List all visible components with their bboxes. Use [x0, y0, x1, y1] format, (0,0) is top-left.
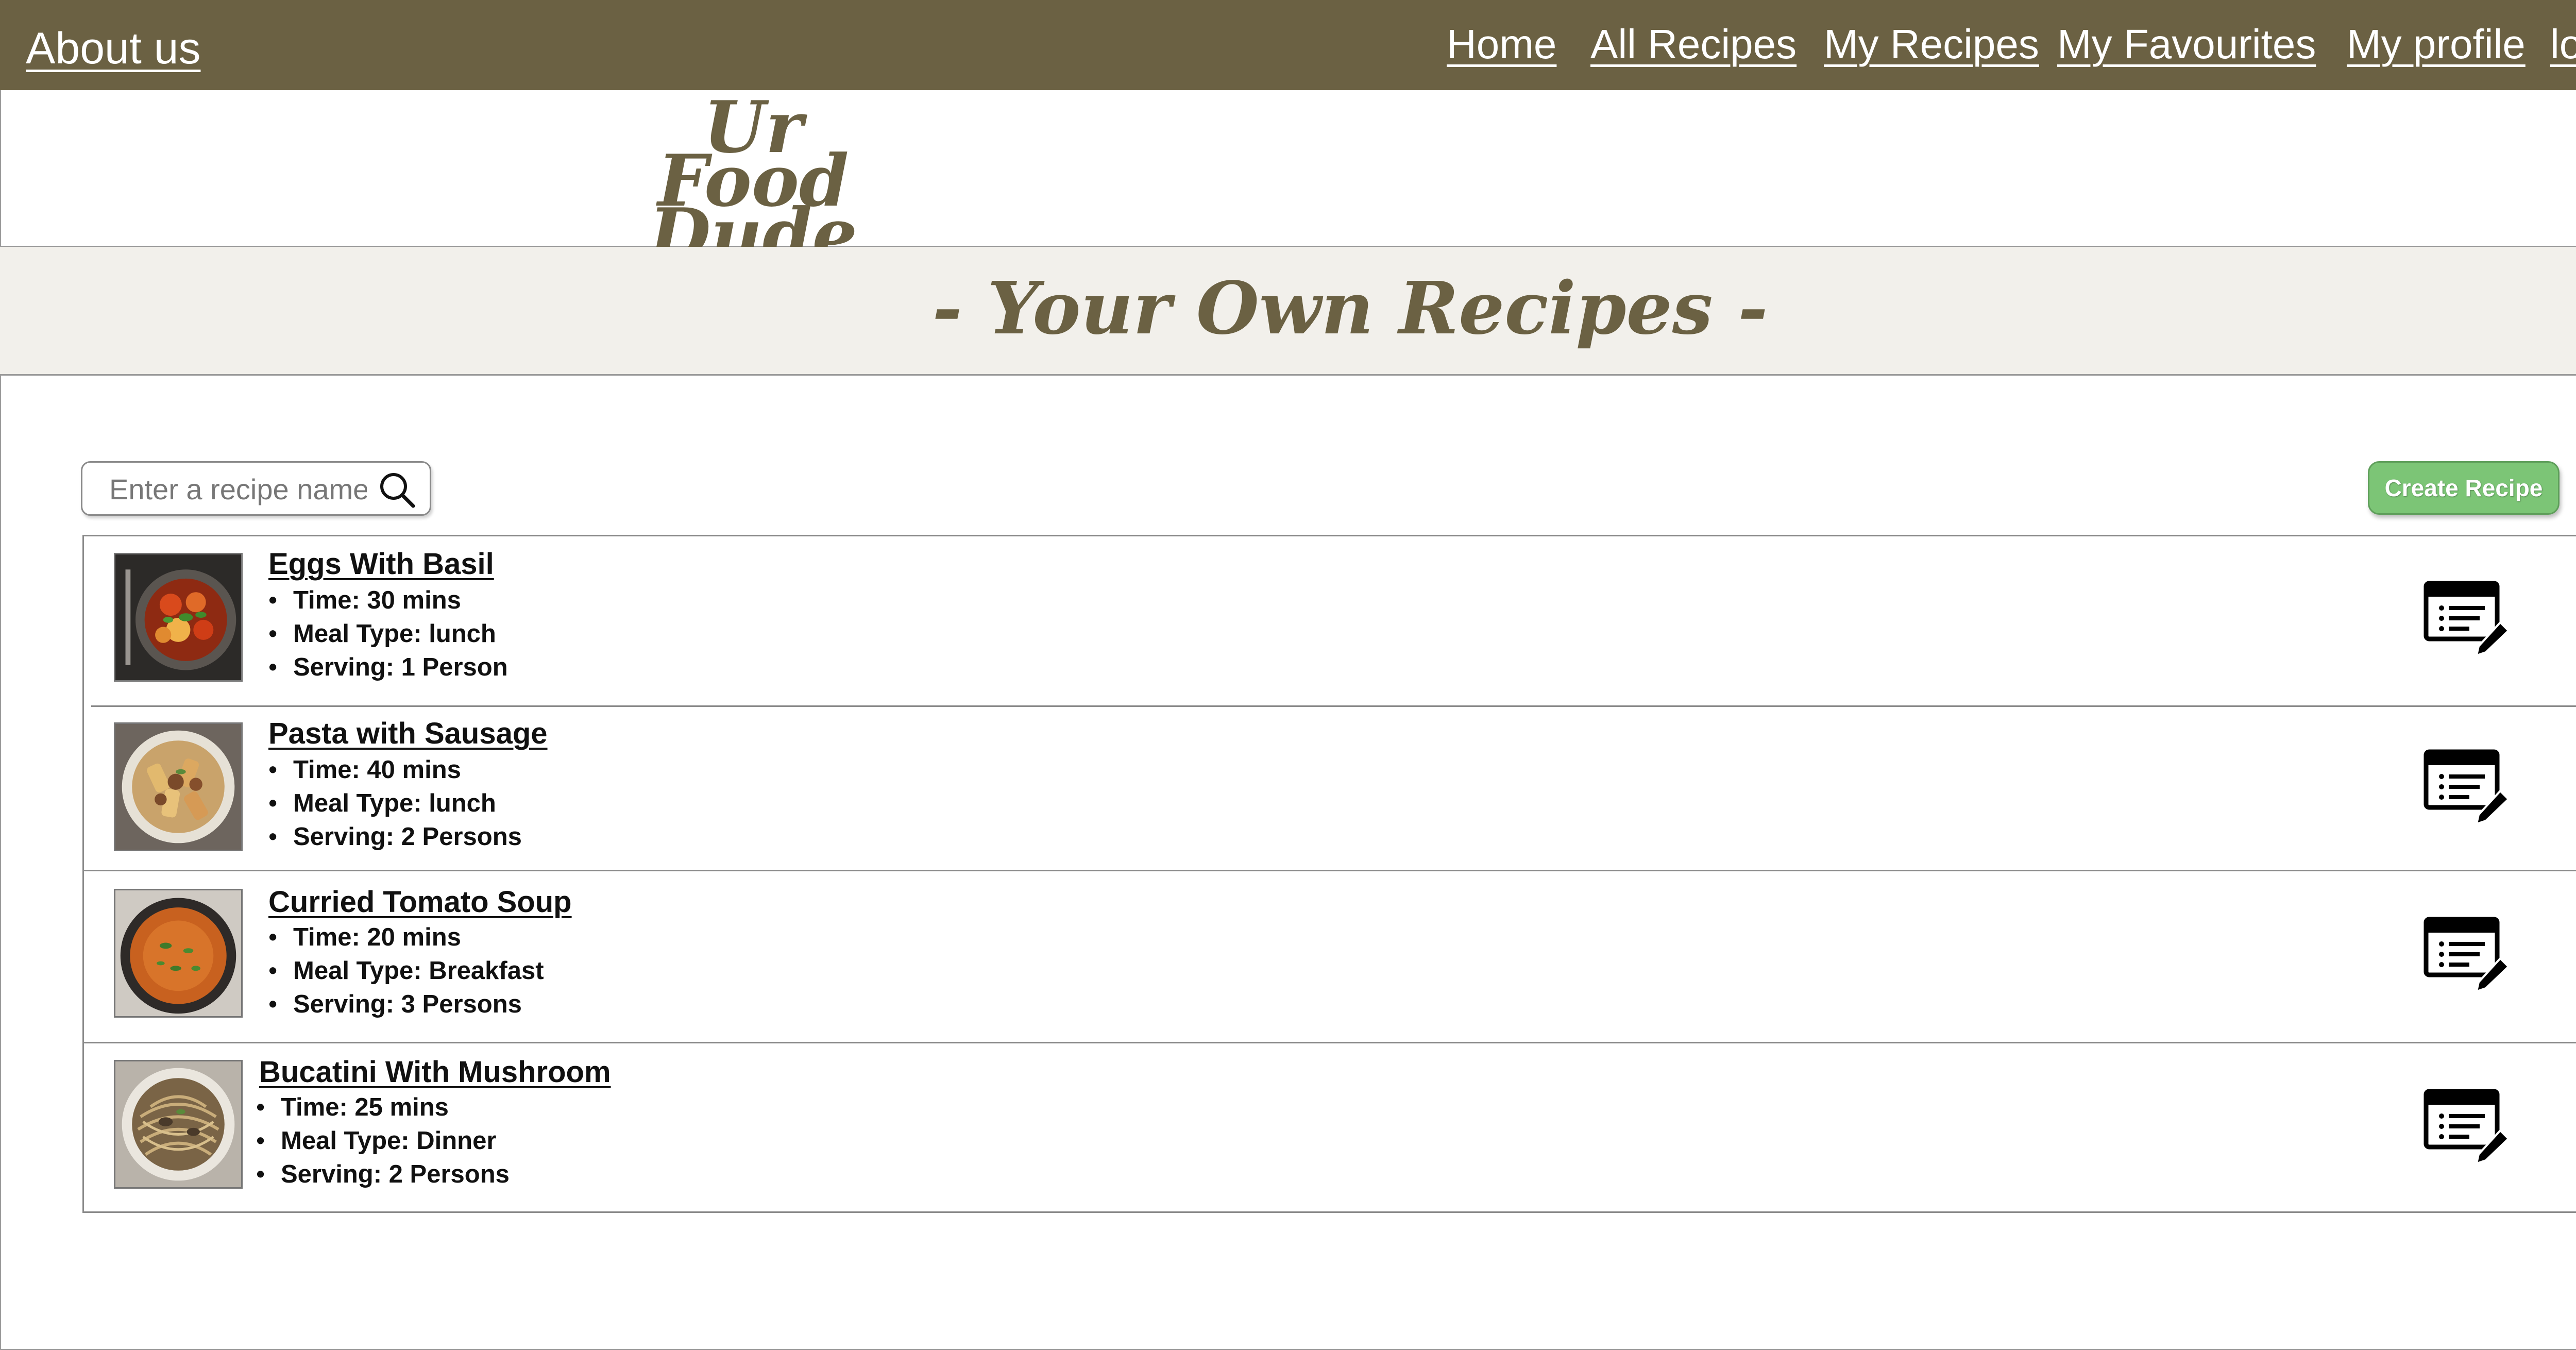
edit-recipe-icon[interactable] [2423, 749, 2511, 826]
recipe-title-link[interactable]: Pasta with Sausage [268, 716, 548, 751]
recipe-details: Time: 25 mins Meal Type: Dinner Serving:… [256, 1091, 510, 1191]
recipe-details: Time: 40 mins Meal Type: lunch Serving: … [268, 753, 522, 854]
create-recipe-button[interactable]: Create Recipe [2368, 461, 2560, 515]
edit-recipe-icon[interactable] [2423, 916, 2511, 993]
recipe-time: Time: 40 mins [268, 753, 522, 787]
nav-link-log-out[interactable]: log out [2550, 21, 2576, 68]
list-item: Eggs With Basil Time: 30 mins Meal Type:… [84, 536, 2576, 706]
edit-recipe-icon[interactable] [2423, 580, 2511, 657]
recipe-thumbnail[interactable] [114, 553, 243, 682]
site-logo[interactable]: Ur Food Dude [583, 92, 923, 276]
recipe-thumbnail[interactable] [114, 1060, 243, 1189]
recipe-search-box [81, 461, 431, 516]
nav-link-my-recipes[interactable]: My Recipes [1824, 21, 2039, 68]
recipe-serving: Serving: 3 Persons [268, 988, 544, 1021]
recipe-meal-type: Meal Type: lunch [268, 787, 522, 820]
recipe-meal-type: Meal Type: Breakfast [268, 954, 544, 988]
header-logo-band: Ur Food Dude [0, 90, 2576, 270]
recipe-title-link[interactable]: Bucatini With Mushroom [259, 1055, 611, 1089]
list-item: Curried Tomato Soup Time: 20 mins Meal T… [84, 871, 2576, 1041]
recipe-serving: Serving: 2 Persons [268, 820, 522, 854]
nav-link-all-recipes[interactable]: All Recipes [1590, 21, 1797, 68]
recipe-serving: Serving: 1 Person [268, 651, 508, 684]
recipe-list: Eggs With Basil Time: 30 mins Meal Type:… [82, 535, 2576, 1213]
recipe-thumbnail[interactable] [114, 722, 243, 851]
recipe-title-link[interactable]: Eggs With Basil [268, 547, 494, 581]
list-item: Pasta with Sausage Time: 40 mins Meal Ty… [84, 707, 2576, 870]
search-icon[interactable] [376, 469, 417, 510]
recipe-thumbnail[interactable] [114, 889, 243, 1018]
recipe-meal-type: Meal Type: lunch [268, 617, 508, 651]
recipe-time: Time: 30 mins [268, 584, 508, 617]
edit-recipe-icon[interactable] [2423, 1088, 2511, 1166]
list-item: Bucatini With Mushroom Time: 25 mins Mea… [84, 1043, 2576, 1211]
page-title: - Your Own Recipes - [932, 266, 1768, 351]
top-nav-bar: About us Home All Recipes My Recipes My … [0, 0, 2576, 90]
logo-line-2: Food Dude [649, 139, 858, 276]
nav-link-my-favourites[interactable]: My Favourites [2057, 21, 2316, 68]
recipe-meal-type: Meal Type: Dinner [256, 1124, 510, 1158]
recipe-serving: Serving: 2 Persons [256, 1158, 510, 1191]
recipe-time: Time: 20 mins [268, 921, 544, 954]
nav-link-about-us[interactable]: About us [26, 23, 200, 74]
recipe-details: Time: 30 mins Meal Type: lunch Serving: … [268, 584, 508, 684]
nav-link-my-profile[interactable]: My profile [2347, 21, 2526, 68]
page-title-band: - Your Own Recipes - [0, 247, 2576, 376]
recipe-details: Time: 20 mins Meal Type: Breakfast Servi… [268, 921, 544, 1021]
recipe-title-link[interactable]: Curried Tomato Soup [268, 885, 572, 919]
recipe-search-input[interactable] [108, 470, 368, 508]
recipe-time: Time: 25 mins [256, 1091, 510, 1124]
nav-link-home[interactable]: Home [1447, 21, 1556, 68]
